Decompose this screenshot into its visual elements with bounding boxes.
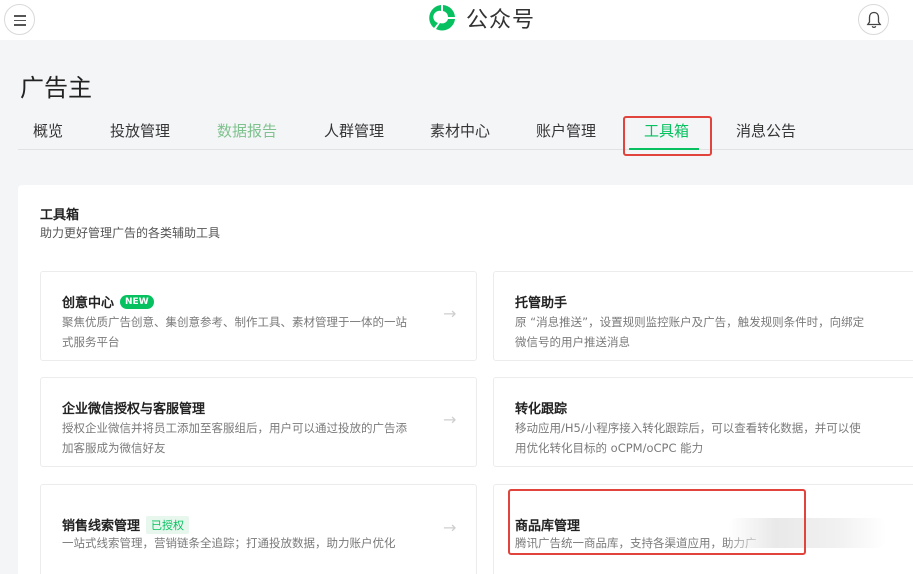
card-title-row: 转化跟踪	[515, 398, 567, 417]
page-title: 广告主	[20, 74, 92, 102]
card-title-row: 企业微信授权与客服管理	[62, 398, 205, 417]
bell-icon	[866, 11, 882, 29]
top-bar: 公众号	[0, 0, 913, 40]
tab-data-report[interactable]: 数据报告	[217, 120, 277, 141]
arrow-right-icon: →	[443, 518, 457, 537]
card-description: 一站式线索管理，营销链条全追踪；打通投放数据，助力账户优化	[62, 536, 396, 550]
new-badge: NEW	[120, 294, 154, 309]
menu-button[interactable]	[4, 4, 35, 35]
card-title: 托管助手	[515, 296, 568, 311]
tab-campaign-management[interactable]: 投放管理	[110, 120, 170, 141]
card-title: 销售线索管理	[62, 519, 141, 534]
tool-card-sales-leads[interactable]: 销售线索管理 已授权 一站式线索管理，营销链条全追踪；打通投放数据，助力账户优化…	[40, 484, 477, 574]
card-title-row: 销售线索管理 已授权	[62, 515, 190, 534]
arrow-right-icon: →	[443, 410, 457, 429]
arrow-right-icon: →	[443, 304, 457, 323]
menu-icon-line	[14, 19, 26, 21]
tab-audience-management[interactable]: 人群管理	[324, 120, 384, 141]
card-description: 原 “消息推送”，设置规则监控账户及广告，触发规则条件时，向绑定微信号的用户推送…	[515, 315, 865, 349]
card-description: 移动应用/H5/小程序接入转化跟踪后，可以查看转化数据，并可以使用优化转化目标的…	[515, 421, 861, 455]
toolbox-description: 助力更好管理广告的各类辅助工具	[40, 226, 221, 240]
highlight-box-product-library	[508, 489, 806, 555]
card-description: 聚焦优质广告创意、集创意参考、制作工具、素材管理于一体的一站式服务平台	[62, 315, 407, 349]
card-description: 授权企业微信并将员工添加至客服组后，用户可以通过投放的广告添加客服成为微信好友	[62, 421, 407, 455]
wechat-official-account-logo-icon	[429, 5, 455, 31]
highlight-box-toolbox-tab	[623, 116, 712, 156]
menu-icon	[14, 15, 26, 17]
card-title-row: 创意中心 NEW	[62, 292, 154, 311]
logo-text: 公众号	[466, 8, 536, 33]
authorized-badge: 已授权	[146, 515, 190, 534]
tab-overview[interactable]: 概览	[33, 120, 63, 141]
card-title-row: 托管助手	[515, 292, 567, 311]
tool-card-creative-center[interactable]: 创意中心 NEW 聚焦优质广告创意、集创意参考、制作工具、素材管理于一体的一站式…	[40, 271, 477, 361]
card-title: 创意中心	[62, 296, 115, 311]
card-title: 转化跟踪	[515, 402, 568, 417]
tool-card-conversion-tracking[interactable]: 转化跟踪 移动应用/H5/小程序接入转化跟踪后，可以查看转化数据，并可以使用优化…	[493, 377, 913, 467]
card-title: 企业微信授权与客服管理	[62, 402, 206, 417]
menu-icon-line	[14, 24, 26, 26]
tool-card-managed-assistant[interactable]: 托管助手 原 “消息推送”，设置规则监控账户及广告，触发规则条件时，向绑定微信号…	[493, 271, 913, 361]
tab-announcements[interactable]: 消息公告	[736, 120, 796, 141]
notification-button[interactable]	[858, 4, 889, 35]
tool-card-wecom-authorization[interactable]: 企业微信授权与客服管理 授权企业微信并将员工添加至客服组后，用户可以通过投放的广…	[40, 377, 477, 467]
main-tabs: 概览 投放管理 数据报告 人群管理 素材中心 账户管理 工具箱 消息公告	[18, 110, 913, 150]
toolbox-title: 工具箱	[40, 208, 80, 223]
tab-account-management[interactable]: 账户管理	[536, 120, 596, 141]
logo: 公众号	[428, 3, 535, 33]
tab-asset-center[interactable]: 素材中心	[430, 120, 490, 141]
